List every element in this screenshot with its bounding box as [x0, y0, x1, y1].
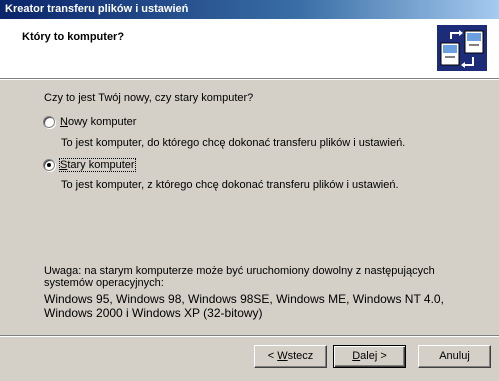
window-title: Kreator transferu plików i ustawień	[5, 3, 189, 15]
os-line: Windows 95, Windows 98, Windows 98SE, Wi…	[44, 292, 444, 306]
os-line: Windows 2000 i Windows XP (32-bitowy)	[44, 306, 263, 320]
page-title: Który to komputer?	[22, 31, 125, 43]
note-line: Uwaga: na starym komputerze może być uru…	[44, 265, 435, 277]
option-new-label[interactable]: Nowy komputer	[60, 116, 136, 128]
note-line: systemów operacyjnych:	[44, 277, 164, 289]
option-new-description: To jest komputer, do którego chcę dokona…	[61, 137, 406, 149]
option-old-computer[interactable]: Stary komputer	[43, 158, 136, 172]
option-old-description: To jest komputer, z którego chcę dokonać…	[61, 179, 399, 191]
next-button[interactable]: Dalej >	[333, 345, 406, 368]
back-button[interactable]: < Wstecz	[254, 345, 327, 368]
window-title-bar[interactable]: Kreator transferu plików i ustawień	[0, 0, 499, 19]
option-new-computer[interactable]: Nowy komputer	[43, 116, 136, 128]
wizard-header: Który to komputer?	[0, 19, 499, 78]
os-list: Windows 95, Windows 98, Windows 98SE, Wi…	[44, 292, 444, 320]
cancel-button[interactable]: Anuluj	[418, 345, 491, 368]
note-text: Uwaga: na starym komputerze może być uru…	[44, 265, 435, 289]
radio-old-computer[interactable]	[43, 159, 55, 171]
radio-new-computer[interactable]	[43, 116, 55, 128]
footer-separator	[0, 335, 499, 337]
wizard-computers-icon	[437, 25, 487, 71]
header-separator	[0, 78, 499, 80]
question-text: Czy to jest Twój nowy, czy stary kompute…	[44, 92, 254, 104]
option-old-label[interactable]: Stary komputer	[59, 158, 136, 172]
